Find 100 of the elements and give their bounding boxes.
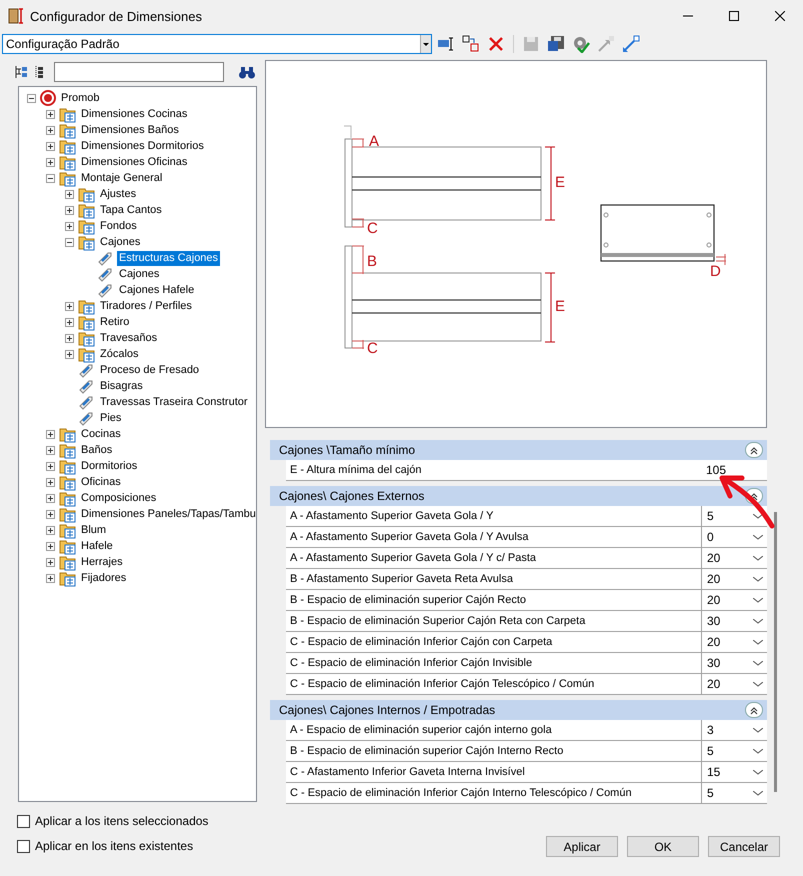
expand-toggle[interactable] — [46, 542, 55, 550]
expand-toggle[interactable] — [46, 574, 55, 582]
expand-toggle[interactable] — [46, 462, 55, 470]
value-dropdown[interactable]: 0 — [701, 527, 767, 547]
value-dropdown[interactable]: 20 — [701, 590, 767, 610]
chevron-icon — [753, 598, 763, 602]
property-label: B - Espacio de eliminación superior Cajón Interno Recto — [289, 744, 564, 759]
value-dropdown[interactable]: 20 — [701, 632, 767, 652]
value-dropdown[interactable]: 20 — [701, 569, 767, 589]
tree-item[interactable]: Herrajes — [79, 554, 125, 570]
tree-item[interactable]: Travesaños — [98, 330, 160, 346]
tree-item[interactable]: Proceso de Fresado — [98, 362, 202, 378]
folder-icon — [78, 314, 95, 330]
expand-toggle[interactable] — [65, 190, 74, 198]
value-dropdown[interactable]: 30 — [701, 611, 767, 631]
copy-icon — [462, 35, 480, 53]
tree-item[interactable]: Cajones — [117, 266, 162, 282]
collapse-button[interactable] — [745, 442, 763, 458]
delete-icon — [487, 35, 505, 53]
tree-item[interactable]: Bisagras — [98, 378, 145, 394]
expand-toggle[interactable] — [46, 558, 55, 566]
expand-toggle[interactable] — [46, 526, 55, 534]
expand-toggle[interactable] — [46, 510, 55, 518]
value-dropdown[interactable]: 3 — [701, 720, 767, 740]
tree-item[interactable]: Blum — [79, 522, 108, 538]
tree-item[interactable]: Retiro — [98, 314, 132, 330]
value-dropdown[interactable]: 5 — [701, 783, 767, 803]
apply-button[interactable]: Aplicar — [546, 836, 618, 857]
expand-toggle[interactable] — [46, 446, 55, 454]
tree-item[interactable]: Dimensiones Oficinas — [79, 154, 190, 170]
tree-item[interactable]: Dimensiones Dormitorios — [79, 138, 206, 154]
expand-toggle[interactable] — [46, 142, 55, 150]
folder-icon — [59, 154, 76, 170]
value-dropdown[interactable]: 20 — [701, 548, 767, 568]
tree-item[interactable]: Cajones Hafele — [117, 282, 196, 298]
tree-item[interactable]: Cocinas — [79, 426, 123, 442]
expand-toggle[interactable] — [65, 350, 74, 358]
expand-toggle[interactable] — [65, 302, 74, 310]
collapse-button[interactable] — [745, 702, 763, 718]
tree-item[interactable]: Composiciones — [79, 490, 158, 506]
folder-icon — [59, 474, 76, 490]
collapse-toggle[interactable] — [65, 238, 74, 246]
tree-item[interactable]: Dimensiones Paneles/Tapas/Tambu — [79, 506, 256, 522]
expand-toggle[interactable] — [65, 222, 74, 230]
tree-item[interactable]: Fondos — [98, 218, 139, 234]
binoculars-icon — [238, 65, 256, 79]
tag-icon — [97, 266, 114, 282]
tree-item[interactable]: Pies — [98, 410, 124, 426]
folder-icon — [78, 298, 95, 314]
tag-icon — [97, 282, 114, 298]
tree-item[interactable]: Estructuras Cajones — [117, 250, 220, 266]
tree-item[interactable]: Oficinas — [79, 474, 123, 490]
tree-item[interactable]: Tapa Cantos — [98, 202, 164, 218]
checkbox[interactable] — [17, 840, 30, 852]
expand-toggle[interactable] — [65, 334, 74, 342]
scrollbar[interactable] — [774, 512, 777, 792]
tree-item[interactable]: Cajones — [98, 234, 142, 250]
tag-icon — [78, 362, 95, 378]
collapse-toggle[interactable] — [46, 174, 55, 182]
tree-item[interactable]: Baños — [79, 442, 114, 458]
tree-item[interactable]: Dimensiones Cocinas — [79, 106, 190, 122]
expand-toggle[interactable] — [46, 478, 55, 486]
expand-toggle[interactable] — [65, 318, 74, 326]
value-dropdown[interactable]: 30 — [701, 653, 767, 673]
value-dropdown[interactable]: 5 — [701, 506, 767, 526]
expand-toggle[interactable] — [65, 206, 74, 214]
cancel-button[interactable]: Cancelar — [708, 836, 780, 857]
expand-toggle[interactable] — [46, 430, 55, 438]
chevron-icon — [753, 790, 763, 796]
folder-icon — [59, 106, 76, 122]
chevron-icon — [753, 682, 763, 686]
expand-toggle[interactable] — [46, 110, 55, 118]
tree-item[interactable]: Travessas Traseira Construtor — [98, 394, 250, 410]
ok-button[interactable]: OK — [627, 836, 699, 857]
chevron-icon — [753, 640, 763, 644]
section-title: Cajones\ Cajones Externos — [279, 489, 424, 503]
value-dropdown[interactable]: 5 — [701, 741, 767, 761]
value-field[interactable]: 105 — [701, 460, 767, 480]
double-chevron-up-icon — [750, 492, 758, 500]
expand-toggle[interactable] — [46, 126, 55, 134]
value-dropdown[interactable]: 20 — [701, 674, 767, 694]
tree-item[interactable]: Ajustes — [98, 186, 138, 202]
tree-item[interactable]: Tiradores / Perfiles — [98, 298, 194, 314]
tree-item[interactable]: Montaje General — [79, 170, 164, 186]
checkbox[interactable] — [17, 814, 30, 828]
import-button[interactable] — [620, 33, 642, 55]
plus-icon — [47, 574, 54, 582]
expand-toggle[interactable] — [46, 158, 55, 166]
tree-item[interactable]: Fijadores — [79, 570, 128, 586]
folder-icon — [59, 538, 76, 554]
tree-item[interactable]: Dimensiones Baños — [79, 122, 181, 138]
configuration-dropdown[interactable]: Configuração Padrão — [2, 34, 432, 54]
tree-item[interactable]: Promob — [59, 90, 102, 106]
collapse-toggle[interactable] — [27, 94, 36, 102]
value-dropdown[interactable]: 15 — [701, 762, 767, 782]
expand-toggle[interactable] — [46, 494, 55, 502]
tree-item[interactable]: Zócalos — [98, 346, 141, 362]
tree-item[interactable]: Hafele — [79, 538, 115, 554]
search-field[interactable] — [54, 62, 224, 82]
tree-item[interactable]: Dormitorios — [79, 458, 140, 474]
